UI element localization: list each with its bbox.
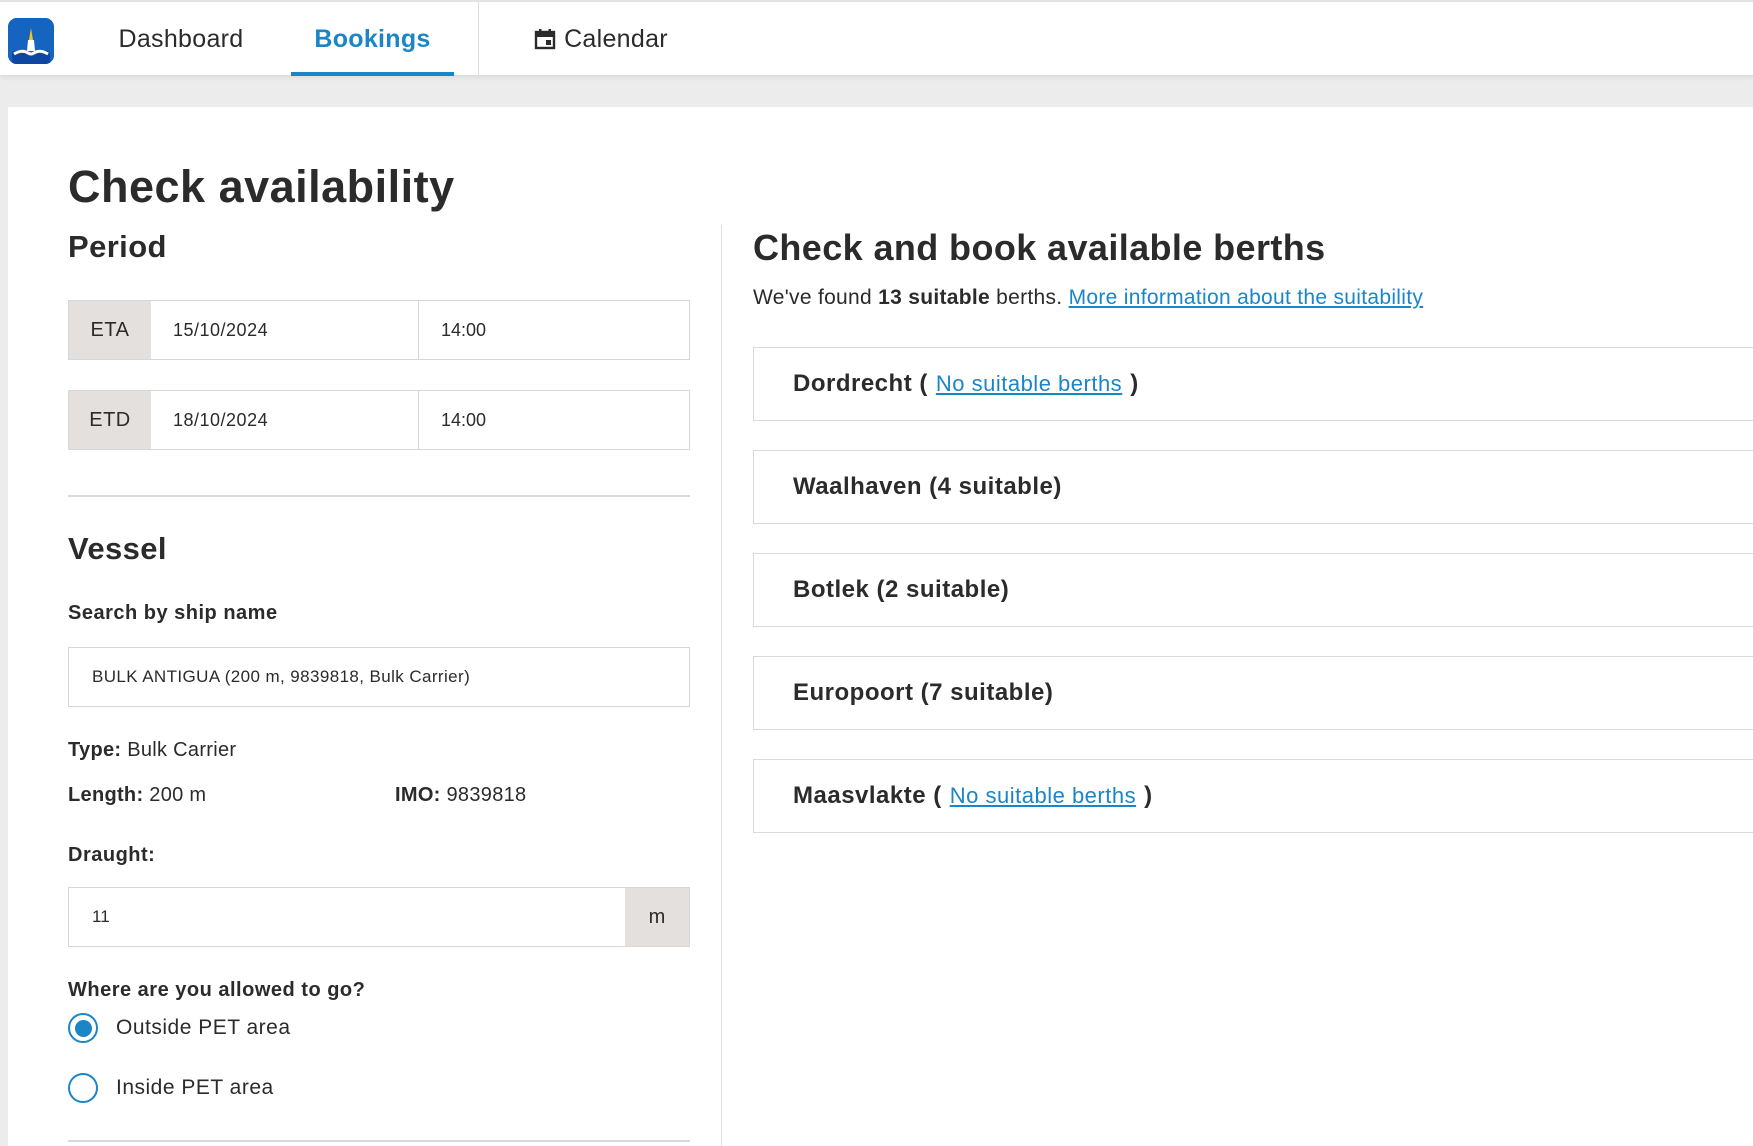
area-paren-close: ) — [1130, 370, 1139, 397]
eta-label: ETA — [69, 301, 151, 359]
berths-found-summary: We've found 13 suitable berths. More inf… — [753, 286, 1423, 310]
radio-inside-pet[interactable]: Inside PET area — [68, 1073, 274, 1103]
vessel-type: Type: Bulk Carrier — [68, 739, 236, 762]
tab-dashboard[interactable]: Dashboard — [108, 2, 254, 76]
area-name: Botlek (2 suitable) — [793, 576, 1010, 603]
eta-time-input[interactable]: 14:00 — [419, 301, 689, 359]
area-name: Waalhaven (4 suitable) — [793, 473, 1062, 500]
area-card-maasvlakte[interactable]: Maasvlakte ( No suitable berths) — [753, 759, 1753, 833]
radio-outside-pet-label: Outside PET area — [116, 1016, 291, 1039]
etd-time-input[interactable]: 14:00 — [419, 391, 689, 449]
found-prefix: We've found — [753, 286, 872, 309]
no-suitable-berths-link[interactable]: No suitable berths — [950, 783, 1136, 809]
section-divider-bottom — [68, 1140, 690, 1142]
no-suitable-berths-link[interactable]: No suitable berths — [936, 371, 1122, 397]
search-ship-label: Search by ship name — [68, 602, 278, 624]
section-divider — [68, 495, 690, 497]
area-paren-close: ) — [1144, 782, 1153, 809]
harbor-logo-icon[interactable] — [8, 18, 54, 64]
vessel-length: Length: 200 m — [68, 784, 206, 807]
column-separator — [721, 225, 722, 1146]
page-title: Check availability — [68, 161, 455, 212]
main-panel: Check availability Period ETA 15/10/2024… — [8, 107, 1753, 1146]
radio-outside-pet[interactable]: Outside PET area — [68, 1013, 291, 1043]
period-heading: Period — [68, 229, 167, 264]
area-card-europoort[interactable]: Europoort (7 suitable) — [753, 656, 1753, 730]
draught-field: 11 m — [68, 887, 690, 947]
area-card-dordrecht[interactable]: Dordrecht ( No suitable berths) — [753, 347, 1753, 421]
nav-separator — [478, 2, 479, 76]
tab-calendar-label: Calendar — [564, 24, 668, 53]
draught-input[interactable]: 11 — [69, 888, 625, 946]
etd-label: ETD — [69, 391, 151, 449]
area-card-waalhaven[interactable]: Waalhaven (4 suitable) — [753, 450, 1753, 524]
area-name: Europoort (7 suitable) — [793, 679, 1054, 706]
vessel-length-value: 200 m — [149, 784, 207, 806]
found-suffix: berths. — [996, 286, 1063, 309]
calendar-icon — [534, 29, 556, 50]
found-count: 13 suitable — [878, 286, 990, 309]
tab-calendar[interactable]: Calendar — [528, 2, 674, 76]
radio-checked-icon[interactable] — [68, 1013, 98, 1043]
radio-unchecked-icon[interactable] — [68, 1073, 98, 1103]
vessel-heading: Vessel — [68, 531, 167, 566]
draught-unit: m — [625, 888, 689, 946]
vessel-imo-label: IMO: — [395, 784, 441, 806]
suitability-info-link[interactable]: More information about the suitability — [1069, 286, 1424, 309]
vessel-type-value: Bulk Carrier — [127, 739, 237, 761]
area-name: Dordrecht — [793, 370, 913, 397]
etd-row: ETD 18/10/2024 14:00 — [68, 390, 690, 450]
vessel-imo-value: 9839818 — [446, 784, 527, 806]
allowed-area-label: Where are you allowed to go? — [68, 979, 366, 1001]
area-card-botlek[interactable]: Botlek (2 suitable) — [753, 553, 1753, 627]
eta-date-input[interactable]: 15/10/2024 — [151, 301, 419, 359]
radio-inside-pet-label: Inside PET area — [116, 1076, 274, 1099]
eta-row: ETA 15/10/2024 14:00 — [68, 300, 690, 360]
top-navigation: Dashboard Bookings Calendar — [0, 0, 1753, 76]
etd-date-input[interactable]: 18/10/2024 — [151, 391, 419, 449]
tab-bookings[interactable]: Bookings — [291, 2, 454, 76]
area-paren-open: ( — [919, 370, 928, 397]
vessel-length-label: Length: — [68, 784, 144, 806]
area-name: Maasvlakte — [793, 782, 927, 809]
ship-search-input[interactable]: BULK ANTIGUA (200 m, 9839818, Bulk Carri… — [68, 647, 690, 707]
berths-heading: Check and book available berths — [753, 227, 1326, 268]
draught-label: Draught: — [68, 844, 156, 866]
area-paren-open: ( — [933, 782, 942, 809]
vessel-imo: IMO: 9839818 — [395, 784, 526, 807]
vessel-type-label: Type: — [68, 739, 122, 761]
